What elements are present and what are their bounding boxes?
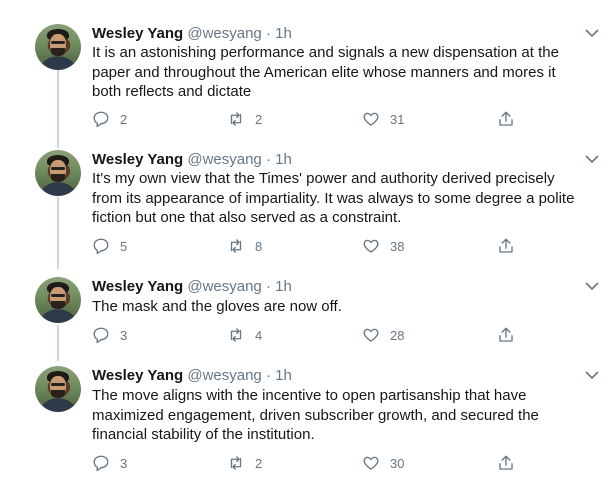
like-button[interactable]: 28 <box>362 325 404 345</box>
share-icon <box>499 327 513 342</box>
avatar[interactable] <box>35 150 81 196</box>
like-icon <box>363 239 379 253</box>
retweet-button[interactable]: 2 <box>227 109 262 129</box>
tweet[interactable]: Wesley Yang @wesyang · 1h It's my own vi… <box>0 150 614 265</box>
reply-icon <box>93 455 109 472</box>
retweet-button[interactable]: 4 <box>227 325 262 345</box>
chevron-down-icon[interactable] <box>585 154 599 164</box>
retweet-count: 2 <box>255 455 263 471</box>
like-count: 38 <box>390 238 405 254</box>
author-handle[interactable]: @wesyang <box>187 278 261 295</box>
reply-count: 5 <box>120 238 128 254</box>
tweet-text: It's my own view that the Times' power a… <box>92 169 592 228</box>
reply-button[interactable]: 3 <box>92 325 127 345</box>
like-count: 31 <box>390 111 405 127</box>
timestamp[interactable]: 1h <box>275 151 292 168</box>
separator: · <box>265 151 271 168</box>
tweet-text-line: The move aligns with the incentive to op… <box>92 387 527 404</box>
tweet-text-line: paper and throughout the American elite … <box>92 63 556 81</box>
reply-count: 2 <box>120 111 128 127</box>
separator: · <box>265 367 271 384</box>
retweet-count: 2 <box>255 111 263 127</box>
like-button[interactable]: 30 <box>362 453 404 473</box>
author-name[interactable]: Wesley Yang <box>92 151 183 168</box>
avatar[interactable] <box>35 24 81 70</box>
retweet-button[interactable]: 8 <box>227 236 262 256</box>
share-icon <box>499 455 513 470</box>
like-icon <box>363 328 379 342</box>
avatar[interactable] <box>35 366 81 412</box>
tweet-text-line: It's my own view that the Times' power a… <box>92 170 555 187</box>
retweet-count: 8 <box>255 238 263 254</box>
reply-button[interactable]: 2 <box>92 109 127 129</box>
like-icon <box>363 112 379 126</box>
author-name[interactable]: Wesley Yang <box>92 25 183 42</box>
reply-icon <box>93 238 109 255</box>
timestamp[interactable]: 1h <box>275 367 292 384</box>
separator: · <box>265 25 271 42</box>
retweet-icon <box>230 239 242 253</box>
separator: · <box>265 278 271 295</box>
tweet-text: It is an astonishing performance and sig… <box>92 43 592 102</box>
reply-icon <box>93 327 109 344</box>
author-handle[interactable]: @wesyang <box>187 367 261 384</box>
author-name[interactable]: Wesley Yang <box>92 278 183 295</box>
retweet-count: 4 <box>255 327 263 343</box>
tweet[interactable]: Wesley Yang @wesyang · 1h The mask and t… <box>0 277 614 352</box>
author-handle[interactable]: @wesyang <box>187 25 261 42</box>
tweet-actions: 5 8 38 <box>92 236 522 256</box>
tweet-text-line: The mask and the gloves are now off. <box>92 298 342 315</box>
retweet-icon <box>230 328 242 342</box>
tweet-text-line: both reflects and dictate <box>92 83 252 100</box>
share-icon <box>499 111 513 126</box>
reply-count: 3 <box>120 455 128 471</box>
timestamp[interactable]: 1h <box>275 25 292 42</box>
tweet-header: Wesley Yang @wesyang · 1h <box>92 277 292 297</box>
tweet-header: Wesley Yang @wesyang · 1h <box>92 366 292 386</box>
timestamp[interactable]: 1h <box>275 278 292 295</box>
retweet-icon <box>230 112 242 126</box>
like-button[interactable]: 38 <box>362 236 404 256</box>
share-icon <box>499 238 513 253</box>
retweet-button[interactable]: 2 <box>227 453 262 473</box>
tweet-text-line: It is an astonishing performance and sig… <box>92 44 559 61</box>
reply-button[interactable]: 5 <box>92 236 127 256</box>
tweet[interactable]: Wesley Yang @wesyang · 1h The move align… <box>0 366 614 481</box>
like-count: 28 <box>390 327 405 343</box>
share-button[interactable] <box>497 109 515 129</box>
tweet-header: Wesley Yang @wesyang · 1h <box>92 150 292 170</box>
tweet-text: The move aligns with the incentive to op… <box>92 386 592 445</box>
tweet-text-line: maximized engagement, driven subscriber … <box>92 406 539 424</box>
like-count: 30 <box>390 455 405 471</box>
tweet-text-line: from its appearance of impartiality. It … <box>92 189 575 207</box>
chevron-down-icon[interactable] <box>585 28 599 38</box>
chevron-down-icon[interactable] <box>585 281 599 291</box>
author-name[interactable]: Wesley Yang <box>92 367 183 384</box>
share-button[interactable] <box>497 453 515 473</box>
reply-count: 3 <box>120 327 128 343</box>
reply-button[interactable]: 3 <box>92 453 127 473</box>
share-button[interactable] <box>497 325 515 345</box>
tweet-actions: 2 2 31 <box>92 109 522 129</box>
reply-icon <box>93 111 109 128</box>
tweet-text-line: financial stability of the institution. <box>92 426 315 443</box>
tweet-text-line: fiction but one that also served as a co… <box>92 209 402 226</box>
avatar[interactable] <box>35 277 81 323</box>
tweet[interactable]: Wesley Yang @wesyang · 1h It is an aston… <box>0 24 614 139</box>
share-button[interactable] <box>497 236 515 256</box>
author-handle[interactable]: @wesyang <box>187 151 261 168</box>
tweet-actions: 3 2 30 <box>92 453 522 473</box>
tweet-actions: 3 4 28 <box>92 325 522 345</box>
tweet-header: Wesley Yang @wesyang · 1h <box>92 24 292 44</box>
chevron-down-icon[interactable] <box>585 370 599 380</box>
like-button[interactable]: 31 <box>362 109 404 129</box>
like-icon <box>363 456 379 470</box>
retweet-icon <box>230 456 242 470</box>
tweet-text: The mask and the gloves are now off. <box>92 297 592 317</box>
